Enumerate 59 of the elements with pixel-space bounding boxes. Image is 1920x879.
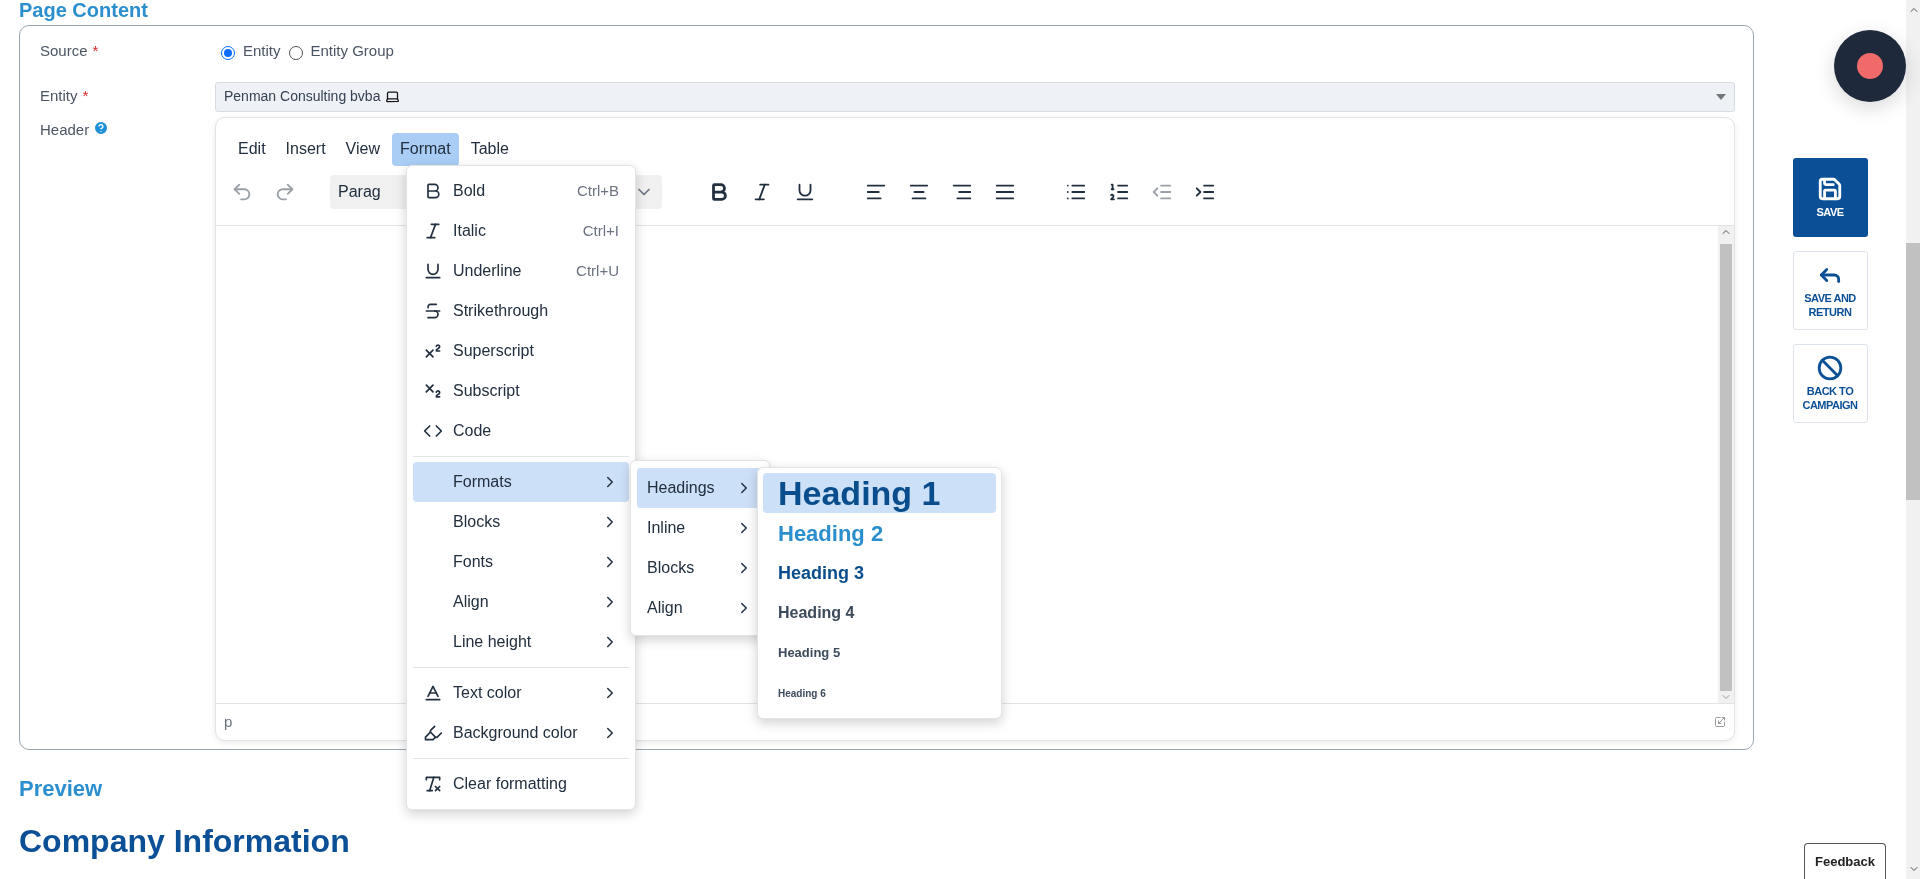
menubar-item[interactable]: Edit (230, 132, 274, 166)
radio-label[interactable]: Entity (243, 40, 281, 63)
field-label: Header (40, 120, 90, 140)
menu-item[interactable]: Blocks (637, 548, 763, 588)
menu-item[interactable]: Bold Ctrl+B (413, 171, 629, 211)
menu-item[interactable]: Underline Ctrl+U (413, 251, 629, 291)
menu-item[interactable]: Align (637, 588, 763, 628)
strikethrough-icon (423, 301, 443, 321)
menu-item[interactable]: Text color (413, 673, 629, 713)
action-button[interactable]: SAVE AND RETURN (1792, 251, 1868, 330)
field-label: Entity (40, 86, 78, 107)
highlighter-icon (423, 723, 443, 743)
menu-item[interactable]: Clear formatting (413, 764, 629, 804)
heading-menu-item[interactable]: Heading 2 (763, 513, 996, 553)
required-mark: * (82, 86, 89, 107)
save-icon (1817, 176, 1843, 202)
resize-handle-icon[interactable] (1714, 716, 1726, 728)
radio-label[interactable]: Entity Group (310, 40, 394, 63)
heading-menu-item[interactable]: Heading 1 (763, 473, 996, 513)
menu-item[interactable]: Inline (637, 508, 763, 548)
text-color-icon (423, 683, 443, 703)
required-mark: * (92, 41, 99, 61)
menu-item[interactable]: Strikethrough (413, 291, 629, 331)
heading-menu-item[interactable]: Heading 4 (763, 593, 996, 633)
menu-item[interactable]: Subscript (413, 371, 629, 411)
menubar-item[interactable]: Insert (277, 132, 334, 166)
menu-item[interactable]: Code (413, 411, 629, 451)
subscript-icon (423, 381, 443, 401)
menu-item[interactable]: Line height (413, 622, 629, 662)
feedback-tab[interactable]: Feedback (1804, 843, 1886, 879)
menu-item[interactable]: Blocks (413, 502, 629, 542)
menu-item[interactable]: Background color (413, 713, 629, 753)
menu-item[interactable]: Align (413, 582, 629, 622)
italic-icon (423, 221, 443, 241)
dropdown-triangle-icon (1716, 93, 1726, 100)
menu-item[interactable]: Superscript (413, 331, 629, 371)
menubar-item[interactable]: Format (392, 132, 459, 166)
company-heading: Company Information (19, 822, 350, 861)
help-icon[interactable] (93, 120, 110, 136)
superscript-icon (423, 341, 443, 361)
entity-select[interactable]: Penman Consulting bvba (215, 81, 1735, 112)
menu-item[interactable]: Formats (413, 462, 629, 502)
clear-formatting-icon (423, 774, 443, 794)
underline-icon (423, 261, 443, 281)
menu-item[interactable]: Italic Ctrl+I (413, 211, 629, 251)
action-button[interactable]: BACK TO CAMPAIGN (1792, 344, 1868, 423)
section-title: Page Content (19, 0, 149, 23)
action-button[interactable]: SAVE (1792, 158, 1868, 237)
field-label: Source (40, 41, 88, 61)
element-path[interactable]: p (224, 710, 233, 734)
heading-menu-item[interactable]: Heading 3 (763, 553, 996, 593)
menubar-item[interactable]: Table (462, 132, 517, 166)
menubar-item[interactable]: View (337, 132, 388, 166)
heading-menu-item[interactable]: Heading 6 (763, 673, 996, 713)
menu-item[interactable]: Fonts (413, 542, 629, 582)
heading-menu-item[interactable]: Heading 5 (763, 633, 996, 673)
preview-title: Preview (19, 775, 103, 803)
ban-icon (1817, 355, 1843, 381)
laptop-icon (385, 89, 401, 104)
